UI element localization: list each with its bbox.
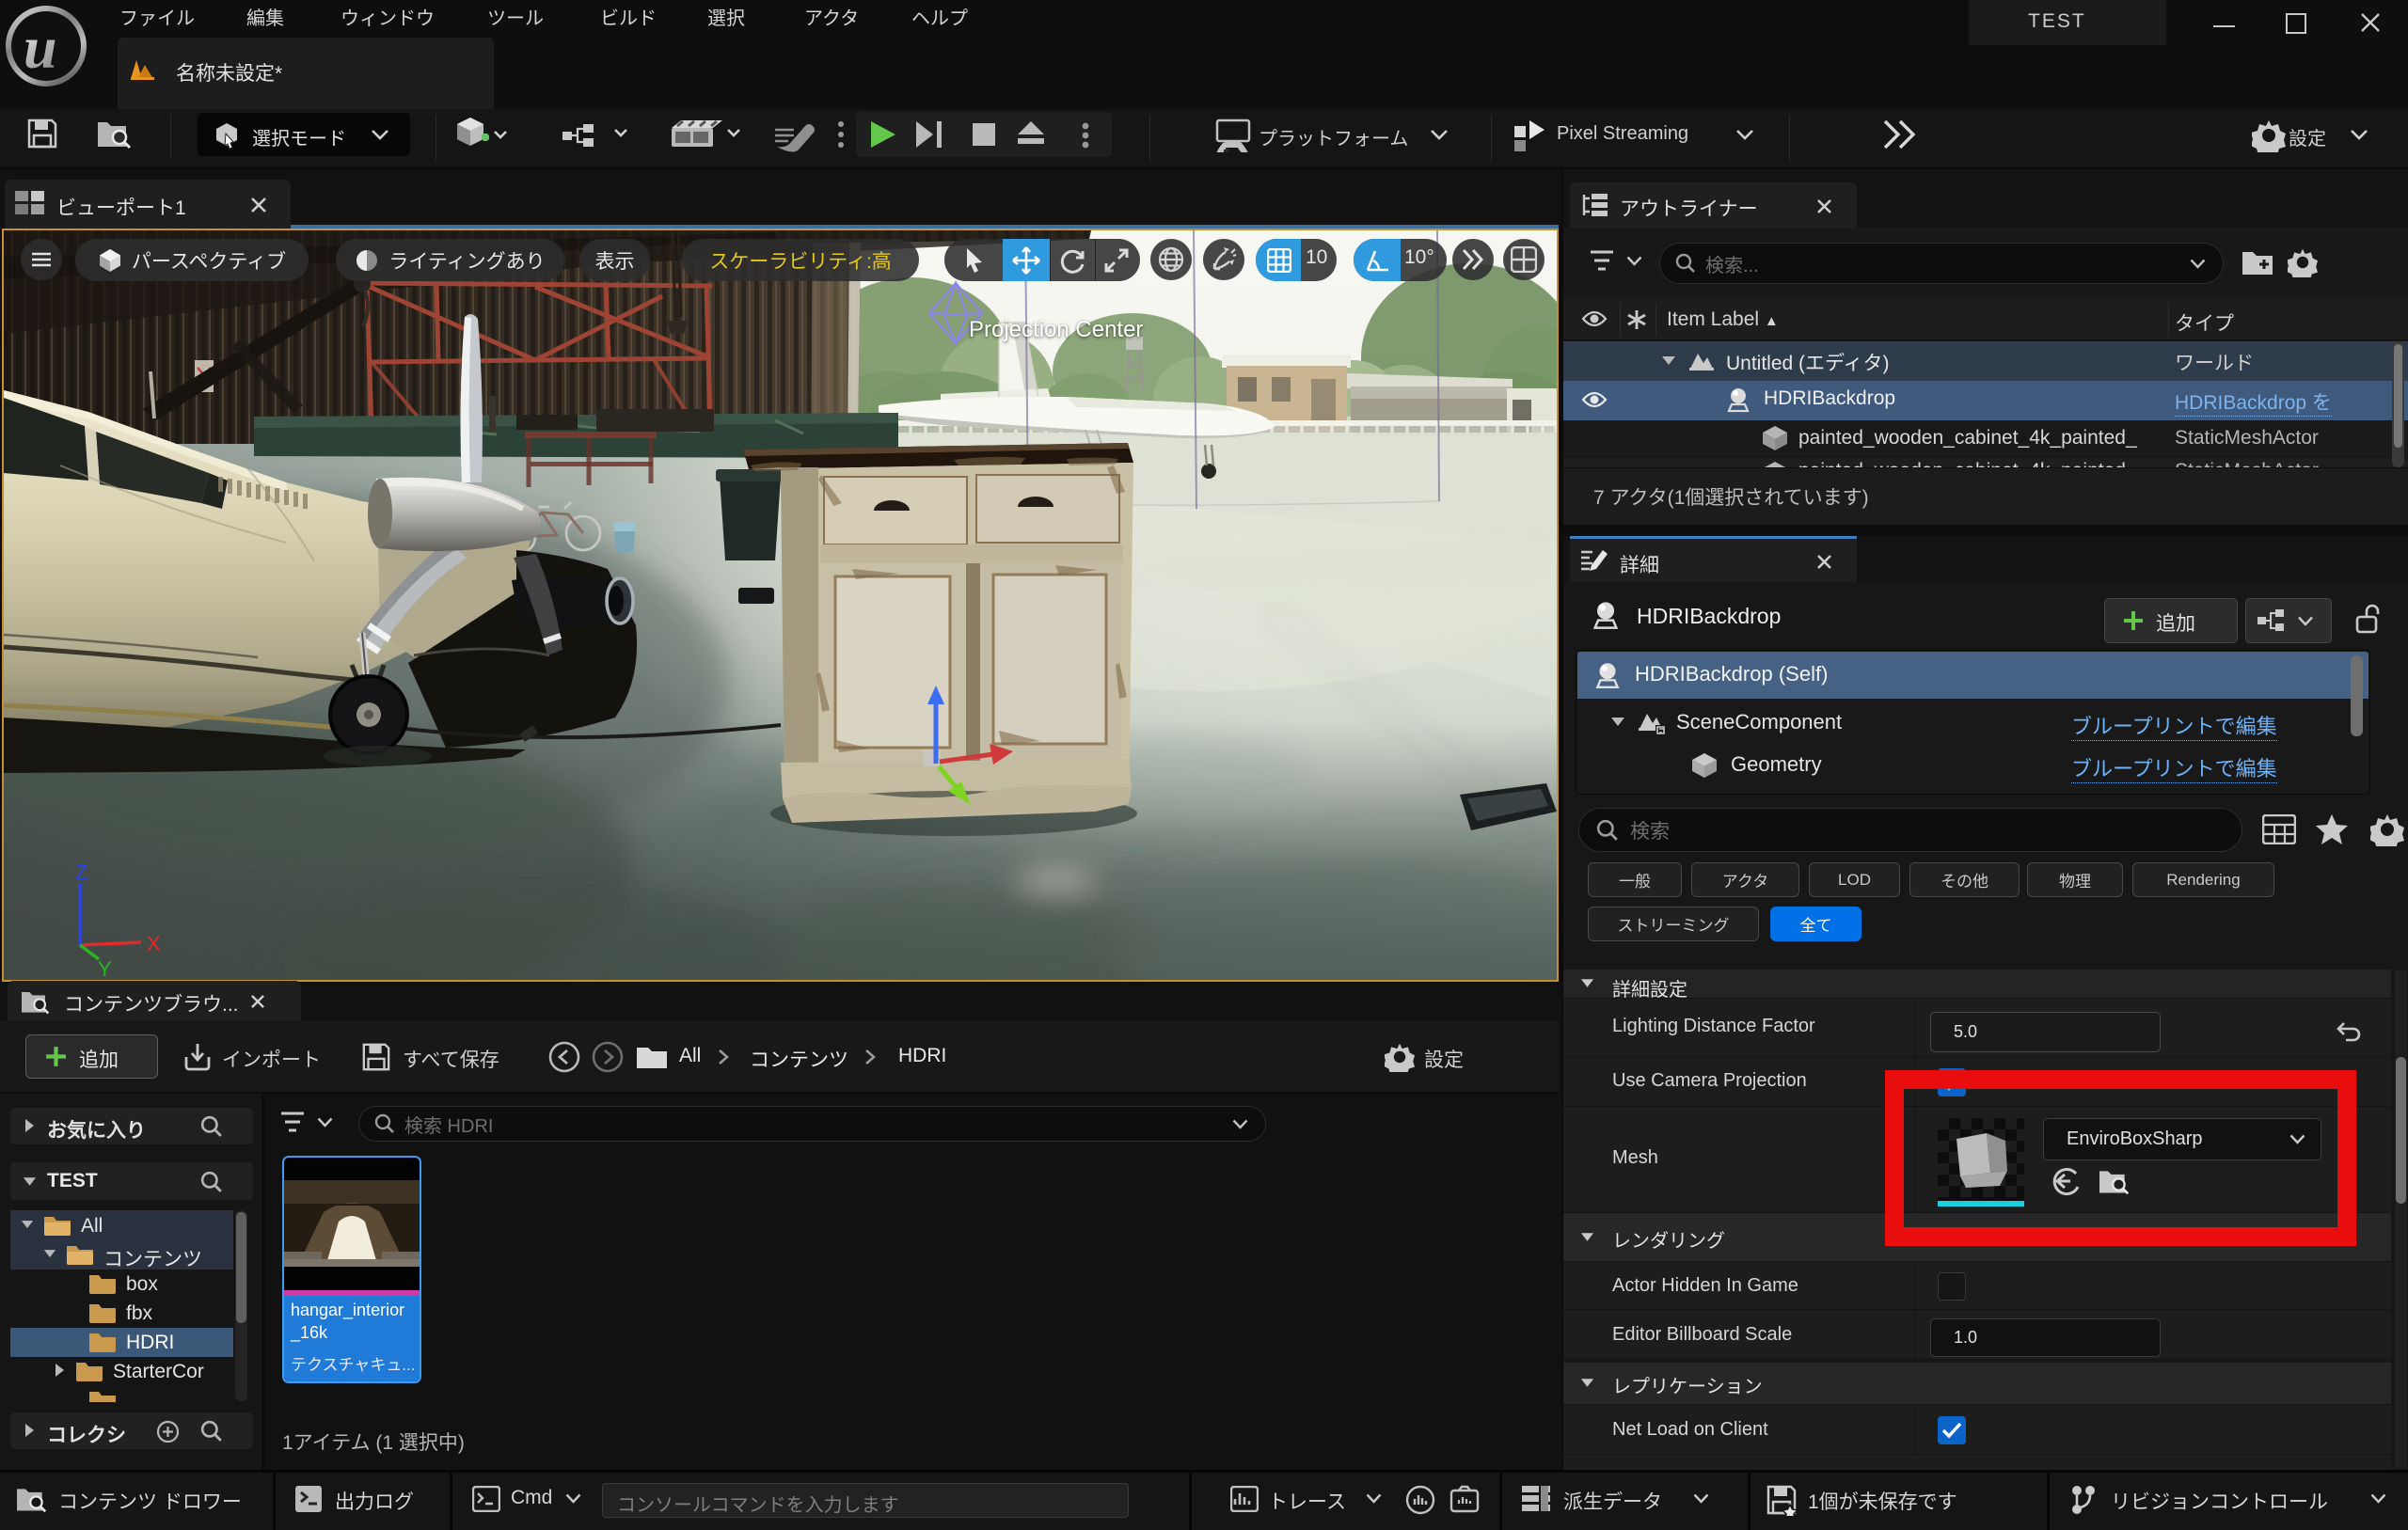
svg-text:Z: Z: [75, 860, 87, 884]
svg-text:u: u: [24, 14, 57, 81]
svg-text:X: X: [147, 932, 161, 955]
svg-text:Y: Y: [98, 957, 112, 980]
